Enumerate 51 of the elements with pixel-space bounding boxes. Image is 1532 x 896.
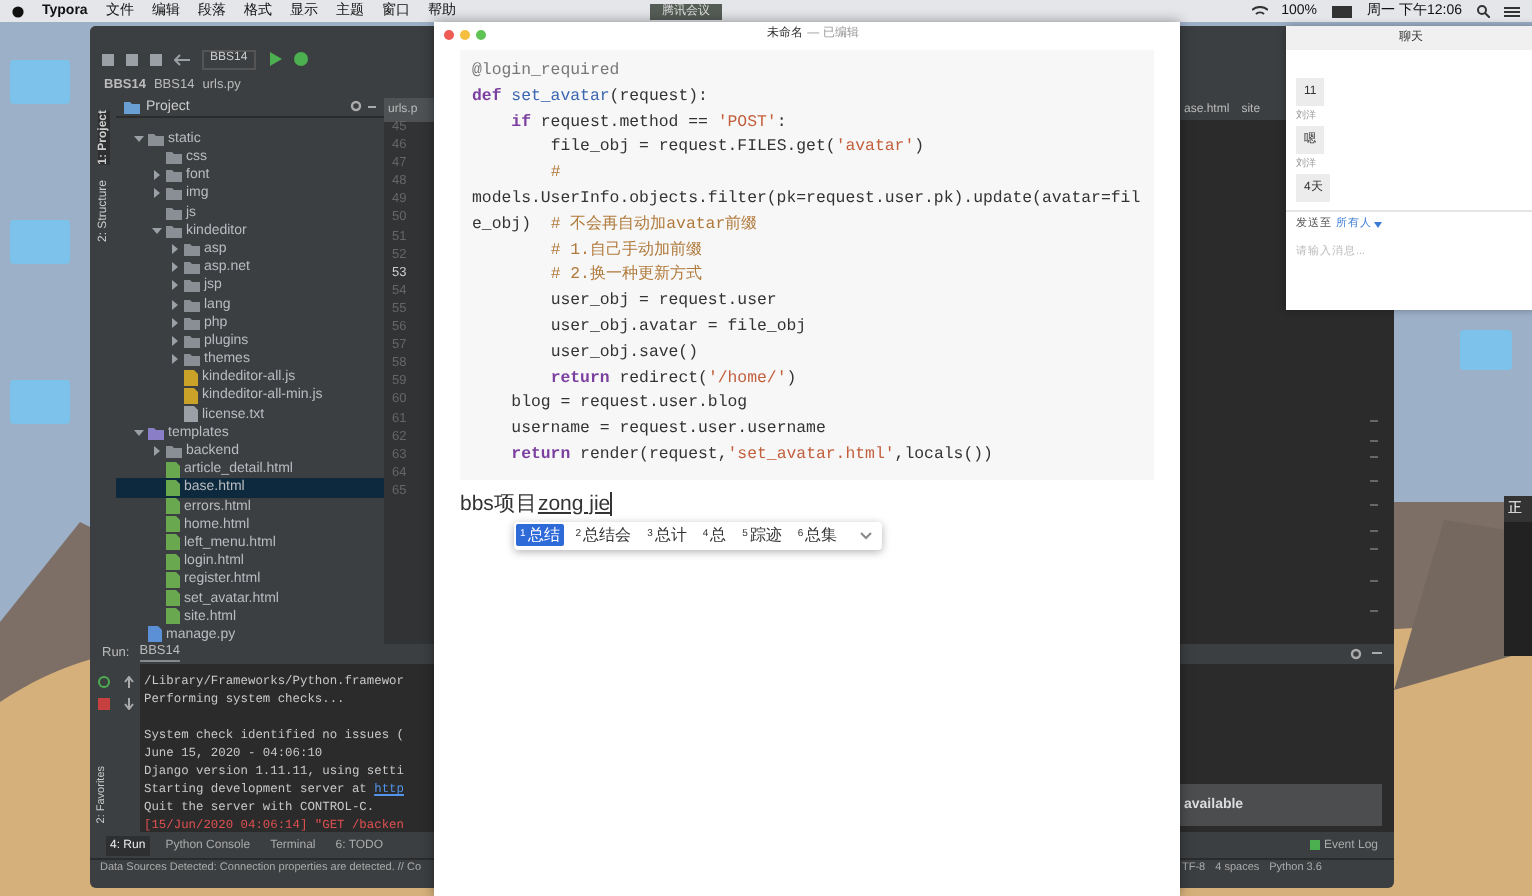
code-line: # bbox=[548, 162, 563, 187]
event-log-icon bbox=[1309, 840, 1320, 850]
caret-right-icon[interactable] bbox=[151, 188, 161, 199]
zoom-button[interactable] bbox=[476, 29, 486, 39]
list-icon[interactable] bbox=[1504, 5, 1520, 17]
code-line: return redirect('/home/') bbox=[548, 367, 799, 392]
paragraph-text: bbs项目 bbox=[460, 493, 538, 514]
folder-icon bbox=[124, 99, 140, 114]
gear-icon[interactable] bbox=[1350, 648, 1362, 660]
composing-text[interactable]: zong jie bbox=[537, 493, 611, 514]
caret-right-icon[interactable] bbox=[169, 317, 179, 328]
code-line: user_obj = request.user bbox=[548, 290, 779, 315]
caret-right-icon[interactable] bbox=[169, 262, 179, 273]
code-line: # 2.换一种更新方式 bbox=[548, 264, 704, 289]
gear-icon[interactable] bbox=[350, 100, 362, 113]
code-line: username = request.user.username bbox=[509, 418, 828, 443]
close-button[interactable] bbox=[444, 29, 454, 39]
caret-down-icon[interactable] bbox=[151, 225, 161, 236]
code-line: def set_avatar(request): bbox=[472, 85, 710, 110]
code-line: blog = request.user.blog bbox=[509, 392, 750, 417]
search-icon[interactable] bbox=[1476, 4, 1490, 18]
code-line: @login_required bbox=[472, 60, 622, 84]
caret-right-icon[interactable] bbox=[169, 243, 179, 254]
run-icon[interactable] bbox=[267, 52, 282, 66]
stop-icon[interactable] bbox=[97, 698, 109, 710]
up-arrow-icon[interactable] bbox=[123, 676, 133, 688]
caret-right-icon[interactable] bbox=[169, 299, 179, 310]
chevron-down-icon[interactable] bbox=[860, 531, 872, 540]
text-cursor bbox=[610, 491, 613, 516]
down-arrow-icon[interactable] bbox=[123, 698, 133, 710]
caret-right-icon[interactable] bbox=[151, 170, 161, 181]
caret-down-icon bbox=[1374, 222, 1382, 229]
caret-right-icon[interactable] bbox=[151, 446, 161, 457]
code-line: file_obj = request.FILES.get('avatar') bbox=[548, 136, 927, 161]
caret-down-icon[interactable] bbox=[133, 133, 143, 144]
code-line: user_obj.save() bbox=[548, 341, 701, 366]
debug-icon[interactable] bbox=[293, 52, 308, 66]
minimize-icon[interactable] bbox=[1372, 652, 1382, 656]
code-line: models.UserInfo.objects.filter(pk=request.user.pk).update(avatar=file_obj) # 不会再自动加avatar前缀 bbox=[472, 187, 1143, 238]
rerun-icon[interactable] bbox=[97, 676, 109, 688]
back-arrow-icon[interactable] bbox=[174, 53, 190, 65]
caret-right-icon[interactable] bbox=[169, 335, 179, 346]
code-line: return render(request,'set_avatar.html',locals()) bbox=[509, 443, 995, 468]
caret-right-icon[interactable] bbox=[169, 354, 179, 365]
caret-down-icon[interactable] bbox=[133, 427, 143, 438]
battery-icon[interactable] bbox=[1331, 5, 1354, 17]
code-line: user_obj.avatar = file_obj bbox=[548, 315, 809, 340]
caret-right-icon[interactable] bbox=[169, 280, 179, 291]
code-line: if request.method == 'POST': bbox=[509, 111, 789, 136]
wifi-icon[interactable] bbox=[1251, 5, 1268, 17]
code-line: # 1.自己手动加前缀 bbox=[548, 239, 704, 264]
